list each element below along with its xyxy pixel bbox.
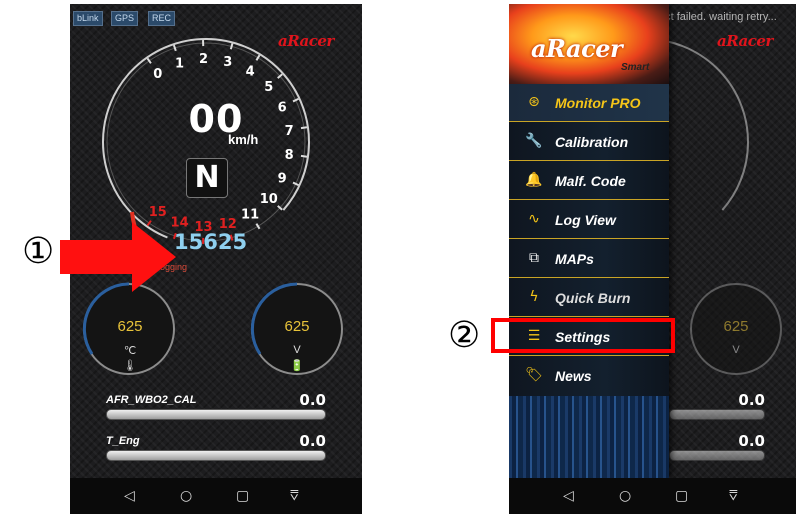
bg-bar-2: [669, 450, 765, 461]
bg-bar-1: [669, 409, 765, 420]
home-icon[interactable]: ○: [619, 486, 631, 506]
voltage-value: 625: [284, 318, 310, 335]
tach-label: 6: [278, 101, 287, 116]
bg-value-1: 0.0: [738, 391, 765, 409]
lightning-icon: ϟ: [529, 289, 539, 305]
recents-icon[interactable]: ▢: [675, 486, 688, 506]
wrench-icon: 🔧: [525, 133, 543, 149]
drawer-logo: aRacer: [531, 34, 623, 63]
recents-icon[interactable]: ▢: [236, 486, 249, 506]
menu-item-maps[interactable]: ⧉ MAPs: [509, 240, 669, 278]
menu-item-label: News: [555, 368, 592, 384]
monitor-pro-icon: ⊛: [528, 94, 540, 110]
tach-tick: [229, 43, 234, 50]
afr-value: 0.0: [299, 391, 326, 409]
temp-value: 625: [117, 318, 143, 335]
tach-tick: [300, 154, 308, 158]
menu-item-calibration[interactable]: 🔧 Calibration: [509, 123, 669, 161]
battery-icon: 🔋: [290, 360, 304, 372]
menu-item-label: Malf. Code: [555, 173, 626, 189]
drawer-footer-graphic: [509, 396, 669, 478]
bg-voltage-unit: V: [732, 344, 740, 356]
teng-label: T_Eng: [106, 435, 140, 447]
tach-tick: [292, 97, 299, 103]
navigation-drawer: aRacer Smart ⊛ Monitor PRO 🔧 Calibration…: [509, 4, 669, 478]
menu-item-label: Monitor PRO: [555, 95, 641, 111]
tag-icon: 🏷: [525, 367, 543, 383]
settings-highlight-box: [491, 318, 675, 353]
menu-down-icon[interactable]: ⩢: [290, 486, 299, 506]
menu-item-label: Log View: [555, 212, 616, 228]
tach-tick: [172, 44, 177, 52]
tach-label: 3: [223, 55, 232, 70]
back-icon[interactable]: ◁: [563, 486, 574, 506]
tach-label: 0: [153, 67, 162, 82]
tach-label: 11: [241, 207, 259, 222]
home-icon[interactable]: ○: [180, 486, 192, 506]
teng-bar: [106, 450, 326, 461]
menu-item-label: MAPs: [555, 251, 594, 267]
tach-tick: [292, 181, 299, 187]
maps-icon: ⧉: [529, 250, 539, 266]
tach-tick: [255, 223, 261, 230]
menu-item-malf-code[interactable]: 🔔 Malf. Code: [509, 162, 669, 200]
tach-tick: [300, 126, 308, 130]
afr-bar: [106, 409, 326, 420]
gear-indicator: N: [186, 158, 228, 198]
tach-label: 7: [285, 124, 294, 139]
menu-item-log-view[interactable]: ∿ Log View: [509, 201, 669, 239]
marker-1: ①: [22, 231, 55, 272]
tach-label: 9: [278, 171, 287, 186]
log-view-icon: ∿: [528, 211, 540, 227]
menu-item-monitor-pro[interactable]: ⊛ Monitor PRO: [509, 84, 669, 122]
teng-value: 0.0: [299, 432, 326, 450]
tach-tick: [255, 54, 261, 61]
tach-label: 10: [260, 192, 278, 207]
menu-item-quick-burn[interactable]: ϟ Quick Burn: [509, 279, 669, 317]
red-arrow-annotation: [60, 222, 176, 292]
temp-unit: ℃: [123, 345, 137, 357]
android-nav-bar: ◁ ○ ▢ ⩢: [509, 478, 796, 514]
menu-item-news[interactable]: 🏷 News: [509, 357, 669, 395]
afr-label: AFR_WBO2_CAL: [106, 394, 197, 406]
thermometer-icon: 🌡: [123, 360, 137, 372]
voltage-unit: V: [293, 344, 301, 356]
menu-item-label: Calibration: [555, 134, 629, 150]
bg-value-2: 0.0: [738, 432, 765, 450]
marker-2: ②: [448, 315, 481, 356]
menu-item-label: Quick Burn: [555, 290, 631, 306]
tach-label: 1: [175, 56, 184, 71]
back-icon[interactable]: ◁: [124, 486, 135, 506]
tach-label: 2: [199, 52, 208, 67]
tach-label: 8: [285, 148, 294, 163]
speed-unit: km/h: [228, 132, 259, 147]
menu-screen: ect failed. waiting retry... aRacer 625 …: [509, 4, 796, 514]
android-nav-bar: ◁ ○ ▢ ⩢: [70, 478, 362, 514]
tach-label: 4: [246, 65, 255, 80]
tach-tick: [146, 57, 152, 64]
bg-voltage-value: 625: [723, 318, 749, 335]
menu-down-icon[interactable]: ⩢: [729, 486, 738, 506]
tach-label: 5: [264, 80, 273, 95]
drawer-logo-sub: Smart: [621, 62, 650, 73]
bell-icon: 🔔: [525, 172, 543, 188]
drawer-header: aRacer Smart: [509, 4, 669, 84]
